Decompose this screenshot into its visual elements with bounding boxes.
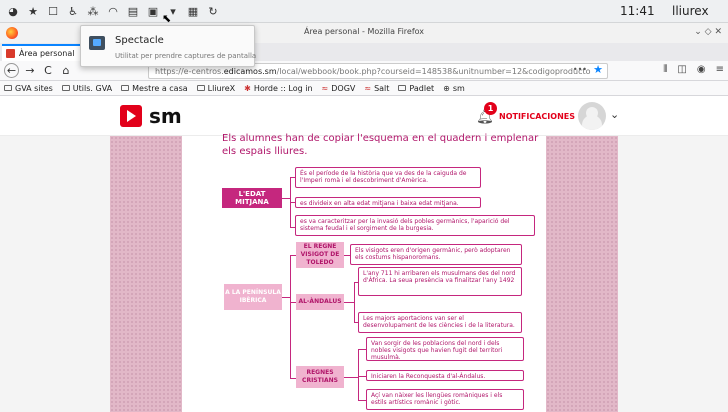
horde-icon: ✱ (244, 83, 251, 93)
al-andalus-box-2: Les majors aportacions van ser el desenv… (358, 312, 522, 333)
connector (282, 297, 290, 298)
regnes-cristians-box-3: Açí van nàixer les llengües romàniques i… (366, 389, 524, 410)
page-content: sm 🔔︎ 1 NOTIFICACIONES ⌄ Els alumnes han… (0, 96, 728, 412)
page-actions-menu[interactable]: ••• (573, 65, 587, 74)
url-domain: edicamos.sm (223, 66, 277, 76)
spectacle-description: Utilitat per prendre captures de pantall… (115, 52, 257, 60)
connector (358, 400, 366, 401)
spectacle-app-icon (89, 36, 105, 50)
screen-icon[interactable]: ▣ (146, 4, 160, 18)
chevron-down-icon[interactable]: ⌄ (610, 108, 619, 121)
wifi-icon[interactable]: ◠ (106, 4, 120, 18)
notifications-link[interactable]: NOTIFICACIONES (499, 112, 575, 121)
bookmark-mestre-a-casa[interactable]: Mestre a casa (121, 84, 188, 93)
bookmark-horde[interactable]: ✱ Horde :: Log in (244, 84, 312, 93)
edat-mitjana-box-1: És el període de la història que va des … (295, 167, 481, 188)
connector (344, 302, 354, 303)
menu-icon[interactable]: ≡ (716, 64, 724, 75)
library-icon[interactable]: ⫴ (663, 64, 667, 75)
regnes-cristians-box-2: Iniciaren la Reconquesta d'al-Àndalus. (366, 370, 524, 381)
connector (358, 349, 366, 350)
bookmark-dogv[interactable]: ≈ DOGV (322, 84, 356, 93)
book-page: Els alumnes han de copiar l'esquema en e… (182, 133, 546, 412)
regne-visigot-box: Els visigots eren d'origen germànic, per… (350, 244, 522, 265)
bookmark-utils-gva[interactable]: Utils. GVA (61, 84, 112, 93)
edat-mitjana-box-3: es va caracteritzar per la invasió dels … (295, 215, 535, 236)
refresh-icon[interactable]: ↻ (206, 4, 220, 18)
spectacle-tooltip[interactable]: Spectacle Utilitat per prendre captures … (80, 25, 257, 67)
window-controls[interactable]: ⌄ ◇ ✕ (694, 27, 722, 37)
star-icon[interactable]: ★ (26, 4, 40, 18)
url-path: /local/webbook/book.php?courseid=148538&… (276, 66, 591, 76)
forward-button[interactable]: → (23, 64, 37, 78)
connector (282, 198, 290, 199)
al-andalus-label: AL-ÀNDALUS (296, 294, 344, 310)
exercise-intro: Els alumnes han de copiar l'esquema en e… (222, 133, 539, 157)
sm-header: sm 🔔︎ 1 NOTIFICACIONES ⌄ (0, 96, 728, 136)
spectacle-title: Spectacle (115, 35, 164, 46)
app-icon[interactable]: ◕ (6, 4, 20, 18)
bookmark-salt[interactable]: ≈ Salt (364, 84, 389, 93)
home-button[interactable]: ⌂ (59, 64, 73, 78)
folder-icon (61, 85, 70, 91)
network-icon[interactable]: ⁂ (86, 4, 100, 18)
notification-count-badge[interactable]: 1 (484, 102, 497, 115)
tab-label: Àrea personal (19, 49, 75, 58)
peninsula-label: A LA PENÍNSULA IBÈRICA (224, 284, 282, 310)
folder-icon (196, 85, 205, 91)
bookmark-gva-sites[interactable]: GVA sites (4, 84, 53, 93)
connector (344, 377, 358, 378)
edat-mitjana-box-2: es divideix en alta edat mitjana i baixa… (295, 197, 481, 208)
bookmark-star-icon[interactable]: ★ (593, 64, 603, 76)
os-top-panel: ◕ ★ ☐ ♿ ⁂ ◠ ▤ ▣ ▾ ▦ ↻ 11:41 lliurex (0, 0, 728, 23)
book-margin-right (546, 136, 618, 412)
connector (290, 255, 291, 378)
url-prefix: https://e-centros. (155, 66, 224, 76)
bookmark-sm[interactable]: ⊕ sm (443, 84, 465, 93)
regnes-cristians-box-1: Van sorgir de les poblacions del nord i … (366, 337, 524, 361)
bookmarks-bar: GVA sites Utils. GVA Mestre a casa Lliur… (0, 81, 728, 96)
dogv-icon: ≈ (321, 83, 329, 93)
clock[interactable]: 11:41 (620, 4, 655, 18)
clipboard-icon[interactable]: ▤ (126, 4, 140, 18)
sidebar-icon[interactable]: ◫ (677, 64, 686, 75)
reload-button[interactable]: C (41, 64, 55, 78)
accessibility-icon[interactable]: ♿ (66, 4, 80, 18)
spectacle-icon[interactable]: ▦ (186, 4, 200, 18)
book-margin-left (110, 136, 182, 412)
globe-icon: ⊕ (443, 83, 450, 93)
al-andalus-box-1: L'any 711 hi arribaren els musulmans des… (358, 267, 522, 296)
connector (358, 376, 366, 377)
salt-icon: ≈ (364, 83, 372, 93)
user-name[interactable]: lliurex (672, 4, 709, 18)
account-icon[interactable]: ◉ (697, 64, 706, 75)
tab-favicon-icon (6, 49, 15, 58)
avatar[interactable] (578, 102, 606, 130)
folder-icon (398, 85, 407, 91)
bookmark-padlet[interactable]: Padlet (398, 84, 434, 93)
mouse-cursor-icon: ⬉ (162, 12, 172, 25)
sm-logo-icon[interactable] (120, 105, 142, 127)
folder-icon (4, 85, 12, 91)
back-button[interactable]: ← (4, 63, 19, 78)
edat-mitjana-label: L'EDAT MITJANA (222, 188, 282, 208)
regne-visigot-label: EL REGNE VISIGOT DE TOLEDO (296, 242, 344, 268)
folder-icon (121, 85, 130, 91)
regnes-cristians-label: REGNES CRISTIANS (296, 366, 344, 388)
connector (354, 282, 355, 322)
tab-area-personal[interactable]: Àrea personal (2, 44, 80, 61)
bookmark-lliurex[interactable]: LliureX (196, 84, 235, 93)
window-icon[interactable]: ☐ (46, 4, 60, 18)
connector (358, 349, 359, 400)
toolbar-right: ⫴ ◫ ◉ ≡ (663, 64, 724, 75)
sm-logo-text[interactable]: sm (149, 104, 182, 128)
